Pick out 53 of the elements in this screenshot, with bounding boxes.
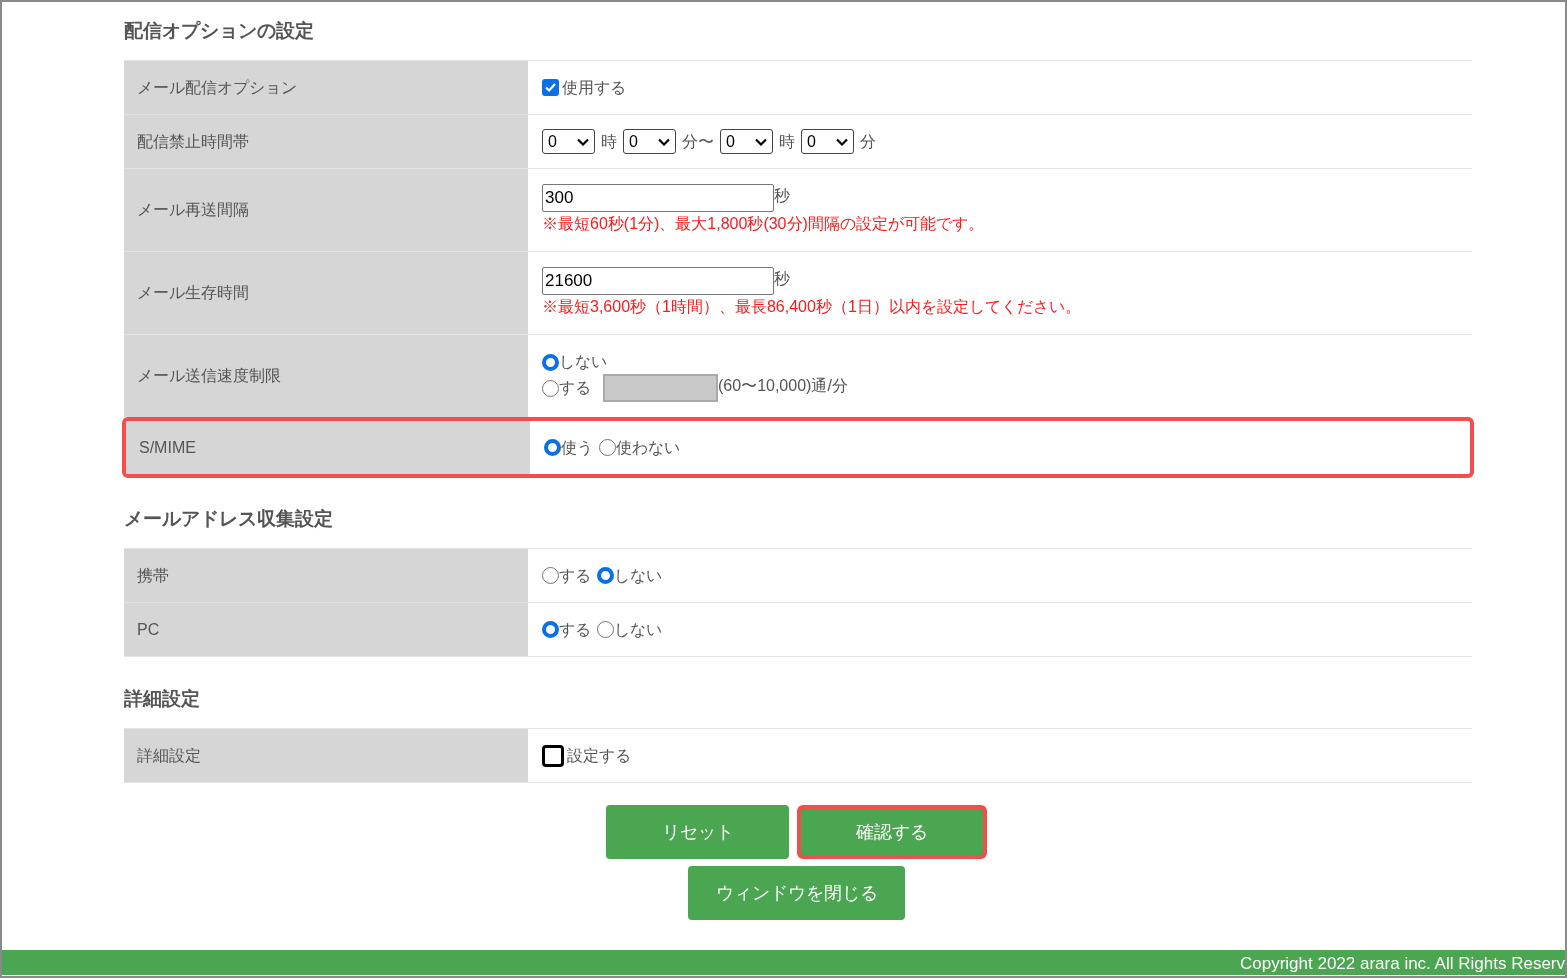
checkbox[interactable] [542,79,559,96]
row-label: メール配信オプション [124,61,528,114]
radio-button[interactable] [542,379,559,397]
radio-button[interactable] [599,439,616,456]
row-label: 配信禁止時間帯 [124,115,528,168]
input-field[interactable]: 300 [542,184,774,212]
radio-label: する [559,619,591,640]
checkbox[interactable] [542,744,564,767]
radio-button[interactable] [597,621,614,638]
row-label: 詳細設定 [124,729,528,782]
input-field[interactable]: 21600 [542,267,774,295]
row-label: 携帯 [124,549,528,602]
chevron-down-icon [577,137,589,146]
checkbox-label: 設定する [567,745,631,766]
unit-label: 分 [860,131,876,152]
radio-label: しない [559,352,607,372]
chevron-down-icon [658,137,670,146]
radio-label: しない [614,619,662,640]
row-label: メール再送間隔 [124,169,528,251]
copyright-text: Copyright 2022 arara inc. All Rights Reserv [1239,953,1565,975]
radio-button[interactable] [544,439,561,456]
row-label: S/MIME [126,421,530,474]
checkbox-label: 使用する [562,77,626,98]
hint-text: ※最短3,600秒（1時間）、最長86,400秒（1日）以内を設定してください。 [542,297,1081,317]
dropdown[interactable]: 0 [720,129,773,154]
radio-label: 使う [561,437,593,458]
chevron-down-icon [755,137,767,146]
section-title: 詳細設定 [124,687,201,711]
unit-label: 時 [779,131,795,152]
radio-button[interactable] [542,567,559,584]
row-label: PC [124,603,528,656]
row-label: メール送信速度制限 [124,335,528,417]
section-title: 配信オプションの設定 [124,19,315,43]
radio-button[interactable] [597,567,614,584]
unit-label: (60〜10,000)通/分 [718,376,848,396]
radio-label: しない [614,565,662,586]
unit-label: 時 [601,131,617,152]
dropdown[interactable]: 0 [801,129,854,154]
unit-label: 秒 [774,186,790,206]
section-title: メールアドレス収集設定 [124,507,334,531]
row-label: メール生存時間 [124,252,528,334]
chevron-down-icon [836,137,848,146]
radio-label: する [559,565,591,586]
radio-button[interactable] [542,621,559,638]
hint-text: ※最短60秒(1分)、最大1,800秒(30分)間隔の設定が可能です。 [542,214,984,234]
check-icon [544,81,557,94]
dropdown[interactable]: 0 [623,129,676,154]
radio-label: する [559,378,591,398]
radio-label: 使わない [616,437,680,458]
unit-label: 秒 [774,269,790,289]
dropdown[interactable]: 0 [542,129,595,154]
radio-button[interactable] [542,353,559,371]
unit-label: 分〜 [682,131,714,152]
